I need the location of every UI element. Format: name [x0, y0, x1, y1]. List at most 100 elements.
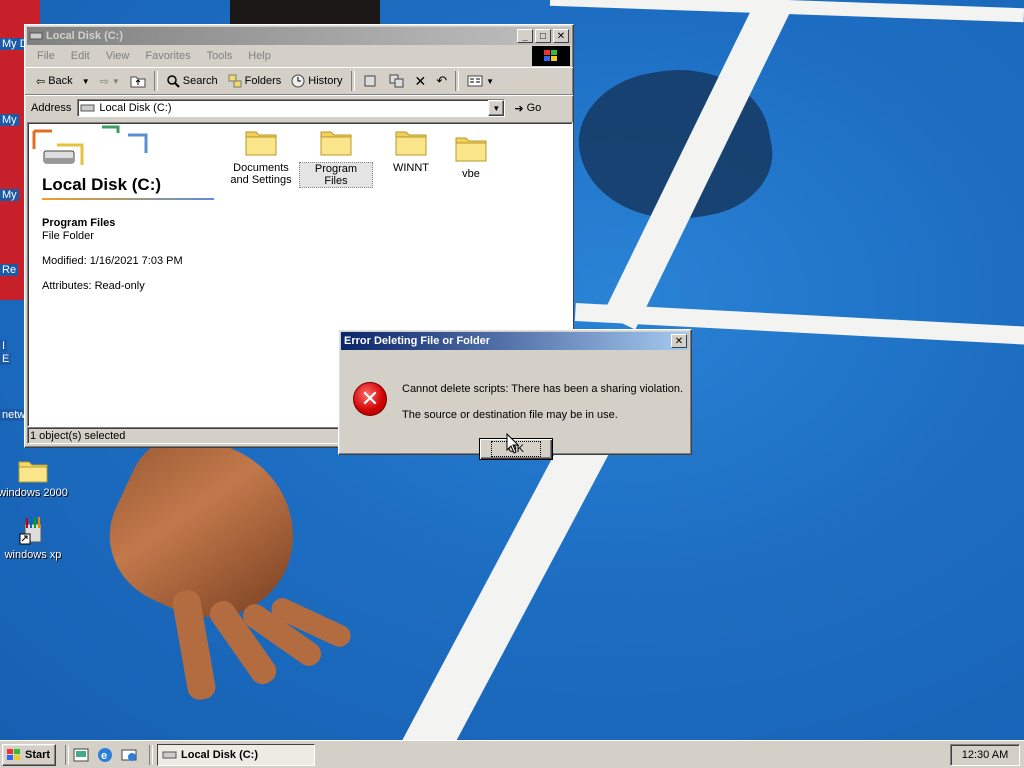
- selected-item-attributes: Attributes: Read-only: [42, 280, 145, 292]
- standard-toolbar: ⇦ Back ▼ ⇨ ▼ Search Folders History ✕ ↶ …: [25, 67, 573, 95]
- status-text: 1 object(s) selected: [30, 429, 126, 442]
- selected-item-modified: Modified: 1/16/2021 7:03 PM: [42, 255, 183, 267]
- window-title: Local Disk (C:): [46, 30, 124, 42]
- start-button[interactable]: Start: [2, 744, 56, 766]
- go-arrow-icon: ➜: [514, 102, 524, 115]
- toolbar-separator: [350, 71, 355, 91]
- internet-explorer-icon[interactable]: e: [96, 746, 114, 764]
- menu-view[interactable]: View: [98, 50, 138, 62]
- folder-icon: [320, 131, 352, 156]
- taskbar-button-local-disk[interactable]: Local Disk (C:): [157, 744, 315, 766]
- address-bar: Address Local Disk (C:) ▼ ➜ Go: [25, 95, 573, 120]
- folder-label: WINNT: [392, 162, 430, 174]
- dialog-title: Error Deleting File or Folder: [344, 335, 491, 347]
- dialog-titlebar[interactable]: Error Deleting File or Folder ✕: [341, 332, 689, 350]
- address-label: Address: [31, 102, 72, 114]
- dialog-close-button[interactable]: ✕: [671, 334, 687, 348]
- folder-documents-and-settings[interactable]: Documents and Settings: [224, 127, 298, 186]
- folder-vbe[interactable]: vbe: [434, 133, 508, 180]
- search-button[interactable]: Search: [161, 70, 223, 92]
- folder-program-files[interactable]: Program Files: [299, 127, 373, 188]
- desktop-icon-label-partial[interactable]: E: [0, 353, 12, 365]
- desktop-icon-label: windows xp: [4, 549, 62, 561]
- taskbar-button-label: Local Disk (C:): [181, 749, 259, 761]
- back-arrow-icon: ⇦: [36, 75, 46, 88]
- taskbar-separator: [65, 745, 69, 765]
- status-bar: 1 object(s) selected: [27, 427, 339, 444]
- folder-icon: [395, 131, 427, 156]
- search-icon: [167, 75, 180, 88]
- back-button[interactable]: ⇦ Back ▼: [31, 70, 95, 92]
- folder-label: Program Files: [299, 162, 373, 188]
- drive-icon: [29, 32, 43, 40]
- menu-help[interactable]: Help: [240, 50, 279, 62]
- desktop-icon-windows-2000[interactable]: windows 2000: [0, 456, 69, 499]
- go-label: Go: [526, 102, 542, 114]
- desktop-icon-label-partial[interactable]: My: [0, 114, 19, 126]
- menu-tools[interactable]: Tools: [199, 50, 241, 62]
- desktop-icon-windows-xp[interactable]: windows xp: [0, 514, 69, 561]
- menu-favorites[interactable]: Favorites: [137, 50, 198, 62]
- menu-edit[interactable]: Edit: [63, 50, 98, 62]
- show-desktop-icon[interactable]: [72, 746, 90, 764]
- up-folder-icon: [130, 76, 146, 88]
- drive-banner-icon: [32, 125, 148, 165]
- selection-info: Program Files File Folder Modified: 1/16…: [42, 217, 212, 293]
- desktop-icon-label-partial[interactable]: Re: [0, 264, 19, 276]
- toolbar-separator: [153, 71, 158, 91]
- track-line: [398, 429, 610, 740]
- start-label: Start: [25, 749, 51, 761]
- address-value: Local Disk (C:): [99, 102, 172, 114]
- maximize-button[interactable]: □: [535, 29, 551, 43]
- folders-label: Folders: [244, 75, 282, 87]
- delete-button[interactable]: ✕: [410, 70, 432, 92]
- move-to-button[interactable]: [358, 70, 384, 92]
- delete-x-icon: ✕: [414, 72, 427, 89]
- desktop-icon-label-partial[interactable]: I: [0, 340, 8, 352]
- svg-text:e: e: [101, 750, 107, 762]
- folder-icon: [18, 461, 48, 483]
- search-label: Search: [182, 75, 218, 87]
- address-input[interactable]: Local Disk (C:) ▼: [77, 99, 506, 117]
- folder-label: vbe: [462, 168, 480, 180]
- chevron-down-icon: ▼: [486, 76, 495, 86]
- chevron-down-icon[interactable]: ▼: [82, 77, 90, 86]
- windows-flag-icon: [544, 50, 557, 61]
- outlook-express-icon[interactable]: [120, 746, 138, 764]
- views-button[interactable]: ▼: [462, 70, 499, 92]
- history-button[interactable]: History: [286, 70, 347, 92]
- mouse-pointer-icon: [506, 433, 520, 454]
- taskbar: Start e Local Disk (C:) 12:30 AM: [0, 740, 1024, 768]
- menu-bar: File Edit View Favorites Tools Help: [25, 45, 573, 67]
- views-icon: [467, 75, 483, 87]
- error-icon: ✕: [353, 382, 387, 416]
- webview-panel: Local Disk (C:) Program Files File Folde…: [28, 123, 216, 423]
- history-icon: [291, 74, 305, 88]
- drive-icon: [80, 104, 95, 112]
- back-label: Back: [48, 75, 73, 87]
- up-folder-button[interactable]: [125, 70, 151, 92]
- desktop-icon-label-partial[interactable]: My: [0, 189, 19, 201]
- close-button[interactable]: ✕: [553, 29, 569, 43]
- copy-to-icon: [389, 74, 404, 88]
- forward-button[interactable]: ⇨ ▼: [95, 70, 125, 92]
- menu-file[interactable]: File: [29, 50, 63, 62]
- folders-button[interactable]: Folders: [223, 70, 287, 92]
- selected-item-name: Program Files: [42, 217, 116, 229]
- copy-to-button[interactable]: [384, 70, 410, 92]
- go-button[interactable]: ➜ Go: [509, 97, 546, 119]
- minimize-button[interactable]: _: [517, 29, 533, 43]
- toolbar-separator: [455, 71, 460, 91]
- selected-item-type: File Folder: [42, 230, 94, 242]
- wallpaper-dark-shape: [230, 0, 380, 26]
- move-to-icon: [364, 75, 376, 87]
- paint-shortcut-icon: [19, 516, 42, 545]
- explorer-titlebar[interactable]: Local Disk (C:) _ □ ✕: [27, 27, 571, 45]
- clock[interactable]: 12:30 AM: [962, 749, 1008, 761]
- history-label: History: [308, 75, 343, 87]
- folder-icon: [245, 131, 277, 156]
- undo-button[interactable]: ↶: [431, 70, 452, 92]
- taskbar-separator: [149, 745, 153, 765]
- address-dropdown-button[interactable]: ▼: [488, 100, 505, 116]
- webview-drive-title: Local Disk (C:): [42, 175, 162, 194]
